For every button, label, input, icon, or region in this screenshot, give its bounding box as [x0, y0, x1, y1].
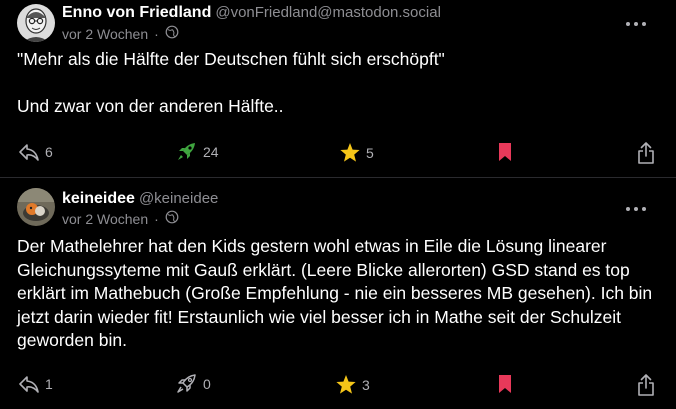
- timestamp[interactable]: vor 2 Wochen: [62, 26, 148, 42]
- author-name[interactable]: Enno von Friedland: [62, 4, 211, 21]
- favourite-count: 5: [366, 144, 374, 161]
- post-card[interactable]: keineidee @keineidee vor 2 Wochen · Der M…: [0, 178, 676, 409]
- share-icon: [638, 142, 654, 164]
- author-name[interactable]: keineidee: [62, 190, 135, 207]
- separator-dot: ·: [154, 25, 159, 42]
- post-content: "Mehr als die Hälfte der Deutschen fühlt…: [17, 49, 445, 116]
- author-handle[interactable]: @vonFriedland@mastodon.social: [215, 4, 441, 21]
- bookmark-button[interactable]: [498, 142, 512, 162]
- favourite-button[interactable]: 5: [339, 142, 374, 163]
- action-bar: 1 0 3: [0, 374, 676, 398]
- rocket-icon: [177, 374, 196, 393]
- reply-icon: [19, 376, 39, 393]
- reply-count: 6: [45, 144, 53, 160]
- bookmark-icon: [499, 375, 511, 393]
- reply-button[interactable]: 6: [18, 142, 53, 162]
- share-icon: [638, 374, 654, 396]
- globe-icon: [165, 25, 179, 42]
- post-card[interactable]: Enno von Friedland @vonFriedland@mastodon…: [0, 0, 676, 177]
- author-line[interactable]: Enno von Friedland @vonFriedland@mastodon…: [62, 4, 441, 22]
- more-options-icon[interactable]: [626, 21, 646, 27]
- boost-button[interactable]: 24: [176, 142, 219, 162]
- share-button[interactable]: [637, 374, 655, 396]
- boost-count: 24: [203, 144, 219, 160]
- rocket-icon: [178, 143, 195, 160]
- avatar[interactable]: [17, 4, 55, 42]
- avatar[interactable]: [17, 188, 55, 226]
- boost-button[interactable]: 0: [176, 374, 211, 394]
- action-bar: 6 24 5: [0, 142, 676, 166]
- more-options-icon[interactable]: [626, 206, 646, 212]
- share-button[interactable]: [637, 142, 655, 164]
- post-meta: vor 2 Wochen ·: [62, 210, 179, 227]
- reply-icon: [19, 144, 39, 161]
- star-icon: [340, 143, 360, 162]
- globe-icon: [165, 210, 179, 227]
- boost-count: 0: [203, 376, 211, 392]
- star-icon: [336, 375, 356, 394]
- timestamp[interactable]: vor 2 Wochen: [62, 211, 148, 227]
- favourite-button[interactable]: 3: [335, 374, 370, 395]
- reply-count: 1: [45, 376, 53, 392]
- post-meta: vor 2 Wochen ·: [62, 25, 179, 42]
- separator-dot: ·: [154, 210, 159, 227]
- bookmark-icon: [499, 143, 511, 161]
- author-line[interactable]: keineidee @keineidee: [62, 190, 218, 208]
- author-handle[interactable]: @keineidee: [139, 190, 218, 207]
- reply-button[interactable]: 1: [18, 374, 53, 394]
- post-content: Der Mathelehrer hat den Kids gestern woh…: [17, 236, 653, 350]
- bookmark-button[interactable]: [498, 374, 512, 394]
- favourite-count: 3: [362, 376, 370, 393]
